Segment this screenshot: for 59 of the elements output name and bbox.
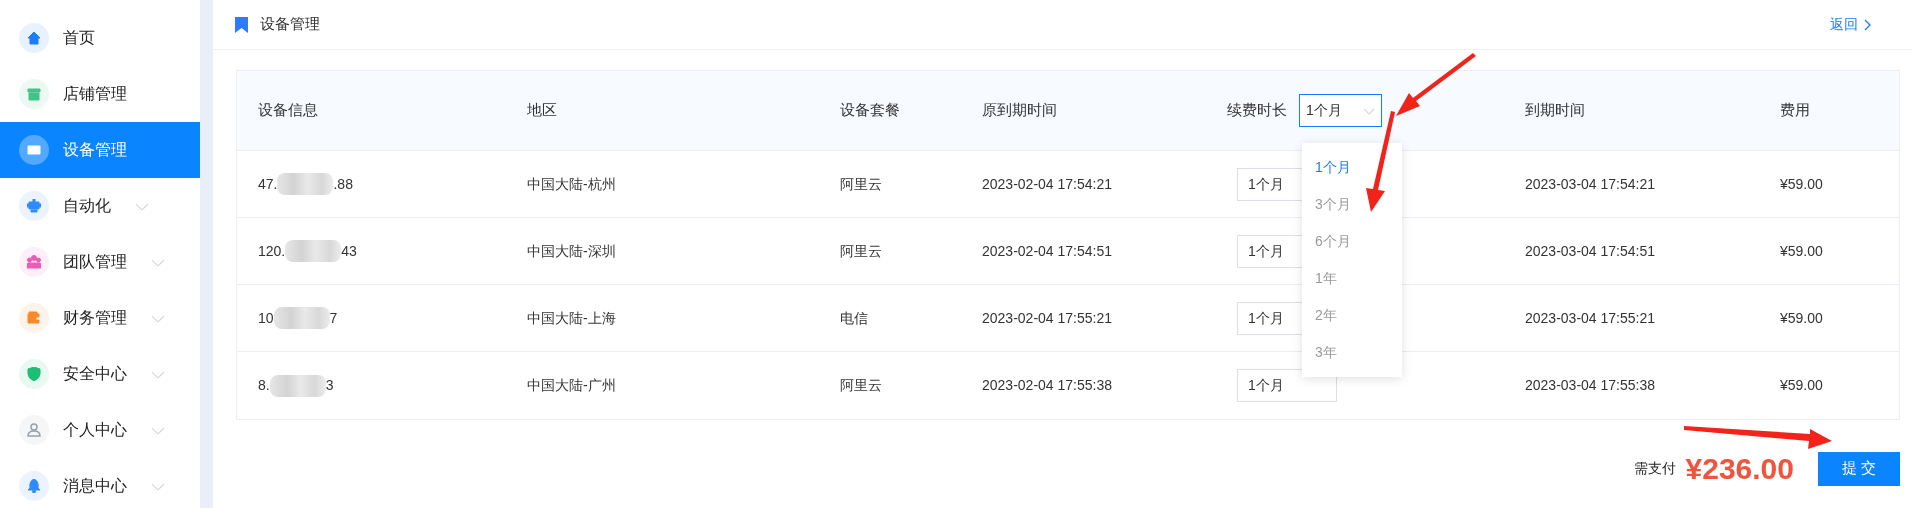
table-cell-text: 2023-03-04 17:54:51: [1525, 241, 1655, 261]
redaction-blur: [277, 173, 334, 195]
redaction-blur: [269, 374, 326, 397]
table-cell-text: 电信: [840, 308, 868, 328]
page-title: 设备管理: [260, 14, 320, 35]
select-field[interactable]: 1个月: [1299, 94, 1382, 127]
table-cell-text: 2023-02-04 17:55:38: [982, 376, 1112, 395]
sidebar-item[interactable]: 团队管理: [0, 234, 200, 290]
submit-button[interactable]: 提 交: [1818, 451, 1900, 486]
table-cell-text: 2023-03-04 17:55:21: [1525, 308, 1655, 328]
table-cell-text: ¥59.00: [1780, 376, 1823, 395]
table-cell-text: ¥59.00: [1780, 241, 1823, 261]
sidebar-item[interactable]: 财务管理: [0, 290, 200, 346]
amount-label: 需支付: [1633, 459, 1676, 478]
table-cell-text: 中国大陆-深圳: [527, 241, 616, 261]
column-header: 到期时间: [1525, 100, 1585, 121]
select-field[interactable]: 1个月: [1237, 369, 1337, 402]
table-cell-text: ¥59.00: [1780, 308, 1823, 328]
ip-address-end: .88: [333, 174, 353, 194]
total-amount: ¥236.00: [1685, 451, 1794, 487]
ip-address-end: 7: [329, 308, 338, 328]
table-cell-text: 2023-03-04 17:55:38: [1525, 376, 1655, 395]
redaction-blur: [285, 240, 342, 262]
table-cell-text: ¥59.00: [1780, 174, 1823, 194]
column-header: 续费时长: [1227, 100, 1287, 121]
sidebar-item[interactable]: 安全中心: [0, 346, 200, 402]
column-header: 原到期时间: [982, 100, 1057, 121]
table-cell-text: 中国大陆-上海: [527, 308, 616, 328]
table-cell-text: 2023-02-04 17:55:21: [982, 308, 1112, 328]
table-cell-text: 2023-02-04 17:54:51: [982, 241, 1112, 261]
sidebar-item[interactable]: 首页: [0, 10, 200, 66]
column-header: 设备信息: [258, 100, 318, 121]
table-cell-text: 中国大陆-杭州: [527, 174, 616, 194]
ip-address-start: 120.: [258, 241, 286, 261]
chevron-right-icon: [1864, 18, 1872, 31]
sidebar-item[interactable]: 个人中心: [0, 402, 200, 458]
card-icon: [27, 143, 41, 157]
ip-address-start: 8.: [258, 376, 270, 395]
column-header: 地区: [527, 100, 557, 121]
column-header: 费用: [1780, 100, 1810, 121]
back-link[interactable]: 返回: [1830, 14, 1872, 35]
table-cell-text: 2023-02-04 17:54:21: [982, 174, 1112, 194]
ip-address-end: 43: [341, 241, 357, 261]
column-header: 设备套餐: [840, 100, 900, 121]
table-cell-text: 2023-03-04 17:54:21: [1525, 174, 1655, 194]
sidebar-item[interactable]: 消息中心: [0, 458, 200, 508]
table-cell-text: 阿里云: [840, 241, 882, 261]
table-cell-text: 阿里云: [840, 174, 882, 194]
sidebar-item[interactable]: 自动化: [0, 178, 200, 234]
sidebar-item[interactable]: 店铺管理: [0, 66, 200, 122]
redaction-blur: [273, 307, 330, 329]
table-cell-text: 阿里云: [840, 376, 882, 395]
ip-address-end: 3: [325, 376, 334, 395]
bookmark-icon: [235, 16, 248, 33]
sidebar-item[interactable]: 设备管理: [0, 122, 200, 178]
ip-address-start: 47.: [258, 174, 278, 194]
chevron-down-icon: [1363, 107, 1375, 115]
ip-address-start: 10: [258, 308, 274, 328]
table-cell-text: 中国大陆-广州: [527, 376, 616, 395]
